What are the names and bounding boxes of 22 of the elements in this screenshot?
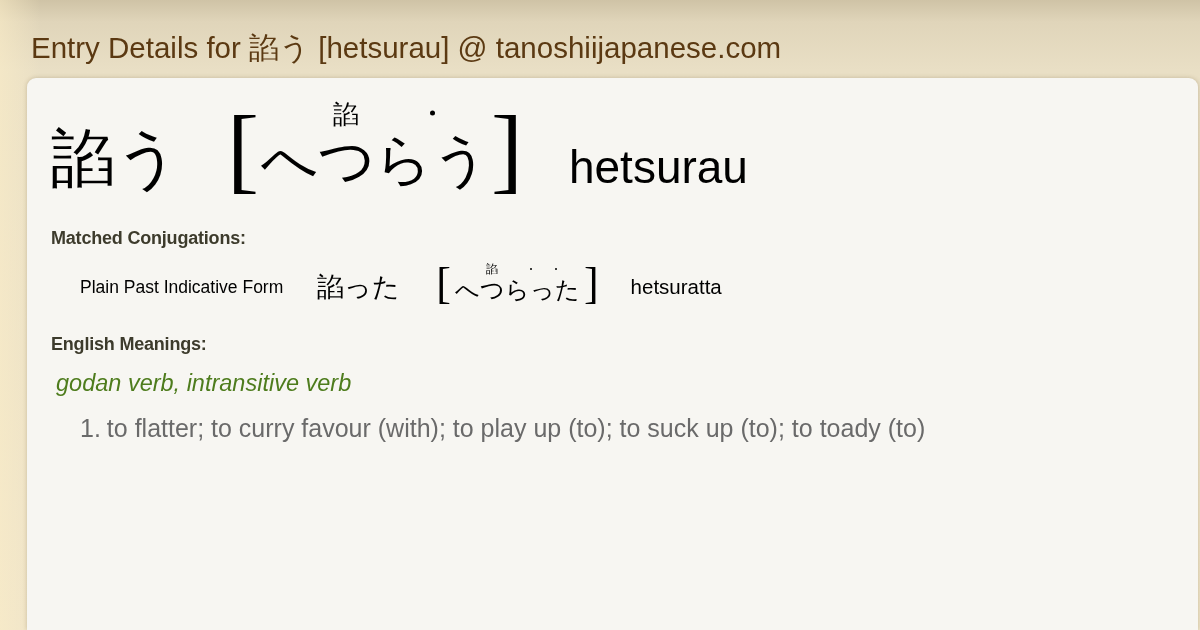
- closing-bracket: ]: [583, 262, 599, 307]
- part-of-speech: godan verb, intransitive verb: [56, 369, 352, 398]
- kana-reading: た: [554, 277, 580, 304]
- kana-reading: う: [431, 129, 489, 192]
- furigana: 諂: [486, 263, 499, 277]
- headword: 諂う: [51, 124, 181, 195]
- sense-gloss: to flatter; to curry favour (with); to play up (to); to suck up (to); to toady (to): [106, 413, 926, 444]
- section-heading: English Meanings:: [51, 334, 207, 355]
- closing-bracket: ]: [490, 101, 523, 198]
- conjugation-form: Plain Past Indicative Form: [80, 277, 284, 298]
- kana-reading: っ: [529, 277, 555, 304]
- kana-reading: へつら: [260, 129, 432, 192]
- kana-reading: へつら: [454, 277, 530, 304]
- romaji-reading: hetsuratta: [630, 276, 722, 299]
- opening-bracket: [: [436, 262, 451, 307]
- page-title: Entry Details for 諂う [hetsurau] @ tanoshiijapanese.com: [31, 31, 782, 65]
- section-heading: Matched Conjugations:: [51, 228, 246, 249]
- sense-number: 1.: [80, 413, 101, 444]
- furigana: 諂: [333, 100, 360, 130]
- romaji-reading: hetsurau: [568, 142, 748, 193]
- conjugated-word: 諂った: [317, 271, 401, 304]
- opening-bracket: [: [227, 101, 259, 198]
